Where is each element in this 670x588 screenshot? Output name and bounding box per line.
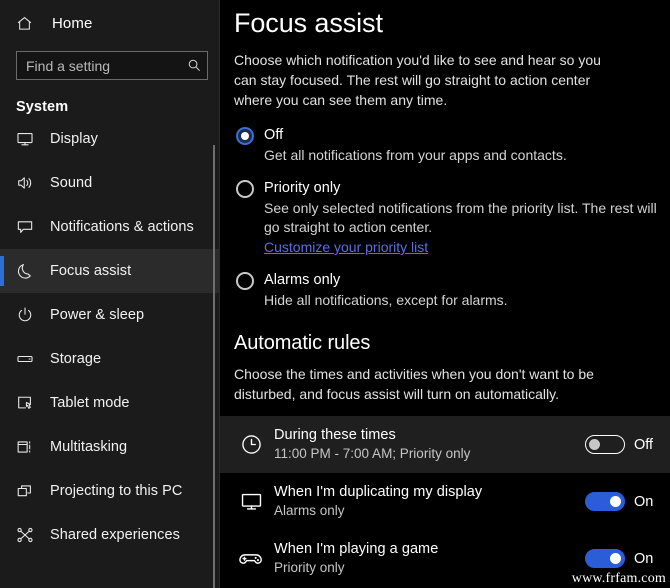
sidebar-item-notifications-actions[interactable]: Notifications & actions: [0, 205, 220, 249]
monitor-icon: [234, 490, 268, 513]
page-description: Choose which notification you'd like to …: [234, 52, 601, 108]
radio-button[interactable]: [236, 127, 254, 145]
sidebar-item-display[interactable]: Display: [0, 117, 220, 161]
home-icon: [16, 15, 42, 32]
automatic-rule-sub: Alarms only: [274, 503, 345, 518]
sidebar-item-tablet-mode[interactable]: Tablet mode: [0, 381, 220, 425]
project-icon: [16, 482, 40, 500]
automatic-rule-row[interactable]: During these times 11:00 PM - 7:00 AM; Pr…: [220, 416, 670, 473]
sidebar-item-label: Projecting to this PC: [50, 483, 183, 499]
automatic-rule-name: When I'm duplicating my display: [274, 484, 483, 500]
radio-button[interactable]: [236, 180, 254, 198]
gamepad-icon: [234, 546, 268, 572]
automatic-rule-text: When I'm duplicating my display Alarms on…: [268, 483, 585, 520]
focus-mode-label: Priority only: [264, 180, 341, 196]
sidebar-item-label: Shared experiences: [50, 527, 180, 543]
toggle-state-label: On: [634, 550, 654, 567]
automatic-rule-text: During these times 11:00 PM - 7:00 AM; Pr…: [268, 426, 585, 463]
settings-main-panel: Focus assist Choose which notification y…: [220, 0, 670, 588]
sidebar-item-label: Display: [50, 131, 98, 147]
sidebar-item-label: Notifications & actions: [50, 219, 194, 235]
customize-priority-list-link[interactable]: Customize your priority list: [264, 238, 428, 257]
automatic-rules-list: During these times 11:00 PM - 7:00 AM; Pr…: [220, 416, 670, 587]
focus-mode-description: See only selected notifications from the…: [264, 200, 657, 235]
automatic-rule-toggle-group: Off: [585, 435, 662, 454]
sidebar-item-label: Focus assist: [50, 263, 132, 279]
monitor-icon: [16, 130, 40, 148]
settings-sidebar: Home Find a setting System Display Sound N…: [0, 0, 220, 588]
sidebar-item-projecting-to-this-pc[interactable]: Projecting to this PC: [0, 469, 220, 513]
chat-bubble-icon: [16, 218, 40, 236]
sidebar-item-sound[interactable]: Sound: [0, 161, 220, 205]
focus-mode-radio-group: Off Get all notifications from your apps …: [220, 126, 670, 310]
sidebar-item-home[interactable]: Home: [0, 3, 220, 43]
automatic-rule-toggle-group: On: [585, 492, 662, 511]
tablet-icon: [16, 394, 40, 412]
sidebar-item-focus-assist[interactable]: Focus assist: [0, 249, 220, 293]
search-icon: [181, 58, 207, 73]
home-label: Home: [52, 14, 93, 32]
sidebar-item-label: Multitasking: [50, 439, 128, 455]
share-icon: [16, 526, 40, 544]
automatic-rule-text: When I'm playing a game Priority only: [268, 540, 585, 577]
sidebar-item-label: Storage: [50, 351, 102, 367]
automatic-rules-description: Choose the times and activities when you…: [234, 366, 594, 402]
sidebar-item-label: Sound: [50, 175, 93, 191]
toggle-knob: [589, 439, 600, 450]
sidebar-scrollbar[interactable]: [211, 0, 217, 588]
toggle-switch[interactable]: [585, 435, 625, 454]
sidebar-scrollbar-thumb[interactable]: [213, 145, 215, 588]
toggle-state-label: On: [634, 493, 654, 510]
automatic-rules-title: Automatic rules: [234, 332, 371, 354]
watermark: www.frfam.com: [571, 571, 666, 586]
sidebar-item-multitasking[interactable]: Multitasking: [0, 425, 220, 469]
power-icon: [16, 306, 40, 324]
toggle-switch[interactable]: [585, 492, 625, 511]
sidebar-item-shared-experiences[interactable]: Shared experiences: [0, 513, 220, 557]
toggle-switch[interactable]: [585, 549, 625, 568]
focus-mode-label: Off: [264, 127, 284, 143]
toggle-knob: [610, 553, 621, 564]
clock-icon: [234, 433, 268, 456]
automatic-rule-name: During these times: [274, 427, 396, 443]
drive-icon: [16, 350, 40, 368]
sidebar-item-power-sleep[interactable]: Power & sleep: [0, 293, 220, 337]
sidebar-group-title: System: [16, 99, 69, 115]
sidebar-item-storage[interactable]: Storage: [0, 337, 220, 381]
toggle-knob: [610, 496, 621, 507]
toggle-state-label: Off: [634, 436, 654, 453]
radio-button[interactable]: [236, 272, 254, 290]
sidebar-item-label: Power & sleep: [50, 307, 145, 323]
focus-mode-description: Get all notifications from your apps and…: [264, 147, 567, 163]
search-input[interactable]: Find a setting: [16, 51, 208, 80]
automatic-rule-toggle-group: On: [585, 549, 662, 568]
page-title: Focus assist: [234, 8, 383, 38]
moon-icon: [16, 262, 40, 280]
automatic-rule-row[interactable]: When I'm duplicating my display Alarms on…: [220, 473, 670, 530]
sidebar-item-label: Tablet mode: [50, 395, 130, 411]
multitask-icon: [16, 438, 40, 456]
search-placeholder: Find a setting: [26, 57, 111, 74]
focus-mode-description: Hide all notifications, except for alarm…: [264, 292, 508, 308]
speaker-icon: [16, 174, 40, 192]
automatic-rule-sub: 11:00 PM - 7:00 AM; Priority only: [274, 446, 471, 461]
focus-mode-option-priority-only[interactable]: Priority only See only selected notificat…: [234, 179, 670, 257]
focus-mode-label: Alarms only: [264, 272, 341, 288]
focus-mode-option-off[interactable]: Off Get all notifications from your apps …: [234, 126, 670, 165]
sidebar-nav-list: Display Sound Notifications & actions Focus…: [0, 117, 220, 557]
focus-mode-option-alarms-only[interactable]: Alarms only Hide all notifications, excep…: [234, 271, 670, 310]
automatic-rule-sub: Priority only: [274, 560, 345, 575]
settings-window: Home Find a setting System Display Sound N…: [0, 0, 670, 588]
automatic-rule-name: When I'm playing a game: [274, 541, 439, 557]
